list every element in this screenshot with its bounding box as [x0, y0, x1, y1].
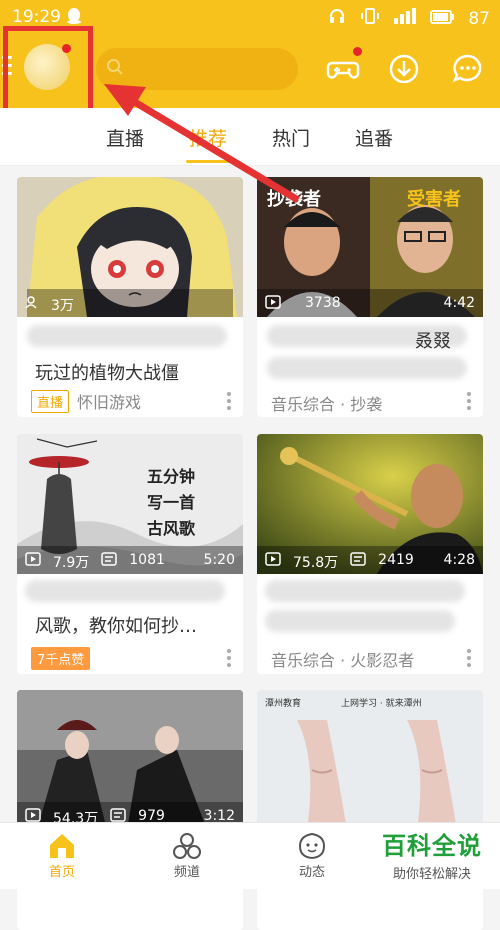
comment-count: 3738	[305, 295, 341, 311]
danmaku-count: 2419	[378, 552, 414, 568]
blurred-text	[267, 357, 467, 379]
nav-dynamics-label: 动态	[298, 865, 325, 880]
blurred-text	[265, 610, 455, 632]
video-stats: 3万	[25, 295, 235, 315]
play-icon	[25, 552, 41, 572]
nav-home[interactable]: 首页	[27, 831, 97, 880]
message-icon[interactable]	[451, 52, 485, 86]
vibrate-icon	[360, 7, 380, 30]
video-meta: 音乐综合 · 抄袭	[271, 391, 382, 415]
view-count: 3万	[51, 298, 74, 314]
watermark-title: 百科全说	[382, 832, 482, 860]
video-thumbnail	[257, 690, 483, 830]
thumbnail-caption: 五分钟 写一首 古风歌	[147, 467, 196, 538]
video-card[interactable]: 潭州教育 上网学习 · 就来潭州	[257, 690, 483, 930]
video-meta: 音乐综合 · 火影忍者	[271, 647, 414, 671]
video-title: 风歌，教你如何抄…	[35, 616, 197, 637]
more-options-icon[interactable]	[467, 392, 471, 413]
nav-channels-label: 频道	[173, 865, 200, 880]
video-card[interactable]: 五分钟 写一首 古风歌 7.9万 1081 5:20 风歌，教你如何抄… 7千点…	[17, 434, 243, 674]
dynamics-icon	[277, 831, 347, 861]
channel-name: 音乐综合 · 火影忍者	[271, 651, 415, 670]
more-options-icon[interactable]	[467, 649, 471, 670]
nav-home-label: 首页	[48, 865, 75, 880]
live-badge: 直播	[31, 389, 70, 413]
danmaku-icon	[350, 552, 366, 572]
video-stats: 3738 4:42	[265, 295, 475, 313]
tab-recommend[interactable]: 推荐	[189, 124, 227, 151]
blurred-text	[25, 580, 225, 602]
more-options-icon[interactable]	[227, 392, 231, 413]
search-icon	[106, 58, 124, 76]
game-center-icon[interactable]	[326, 52, 360, 86]
signal-icon	[394, 8, 417, 29]
tab-hot[interactable]: 热门	[272, 124, 310, 151]
blurred-text	[27, 325, 227, 347]
play-icon	[265, 552, 281, 572]
video-duration: 5:20	[203, 552, 235, 568]
video-meta: 7千点赞	[31, 647, 91, 670]
thumbnail-caption-left: 抄袭者	[267, 189, 321, 210]
video-card[interactable]: 75.8万 2419 4:28 音乐综合 · 火影忍者	[257, 434, 483, 674]
status-time: 19:29	[12, 7, 61, 27]
battery-icon	[430, 9, 455, 29]
video-title: 玩过的植物大战僵	[35, 363, 179, 384]
search-input[interactable]	[96, 48, 298, 90]
active-tab-indicator	[186, 160, 230, 163]
video-duration: 4:42	[443, 295, 475, 311]
tab-live[interactable]: 直播	[106, 124, 144, 151]
video-card[interactable]: 3万 玩过的植物大战僵 直播 怀旧游戏	[17, 177, 243, 417]
play-count: 7.9万	[53, 555, 90, 571]
channel-name: 怀旧游戏	[77, 393, 142, 412]
tab-bar: 直播 推荐 热门 追番	[0, 108, 500, 166]
video-meta: 直播 怀旧游戏	[31, 389, 141, 413]
video-duration: 4:28	[443, 552, 475, 568]
blurred-text	[265, 580, 465, 602]
game-notification-dot	[353, 47, 362, 56]
nav-dynamics[interactable]: 动态	[277, 831, 347, 880]
danmaku-icon	[101, 552, 118, 572]
channels-icon	[152, 831, 222, 861]
channel-name: 音乐综合 · 抄袭	[271, 395, 383, 414]
video-stats: 75.8万 2419 4:28	[265, 552, 475, 572]
video-stats: 7.9万 1081 5:20	[25, 552, 235, 572]
danmaku-count: 1081	[129, 552, 165, 568]
video-card[interactable]: 54.3万 979 3:12	[17, 690, 243, 930]
thumbnail-caption: 潭州教育 上网学习 · 就来潭州	[265, 699, 422, 709]
video-card[interactable]: 抄袭者 受害者 3738 4:42 叒叕 音乐综合 · 抄袭	[257, 177, 483, 417]
play-count: 75.8万	[293, 555, 339, 571]
more-options-icon[interactable]	[227, 649, 231, 670]
watermark: 百科全说 助你轻松解决	[370, 826, 494, 882]
battery-level: 87	[468, 8, 490, 29]
likes-badge: 7千点赞	[31, 647, 91, 670]
download-icon[interactable]	[387, 52, 421, 86]
tab-bangumi[interactable]: 追番	[355, 124, 393, 151]
headphone-icon	[328, 7, 346, 30]
thumbnail-caption-right: 受害者	[407, 189, 461, 210]
play-icon	[265, 295, 281, 313]
home-icon	[27, 831, 97, 861]
video-title-fragment: 叒叕	[415, 331, 451, 352]
nav-channels[interactable]: 频道	[152, 831, 222, 880]
viewer-icon	[25, 295, 39, 315]
watermark-subtitle: 助你轻松解决	[392, 867, 471, 882]
